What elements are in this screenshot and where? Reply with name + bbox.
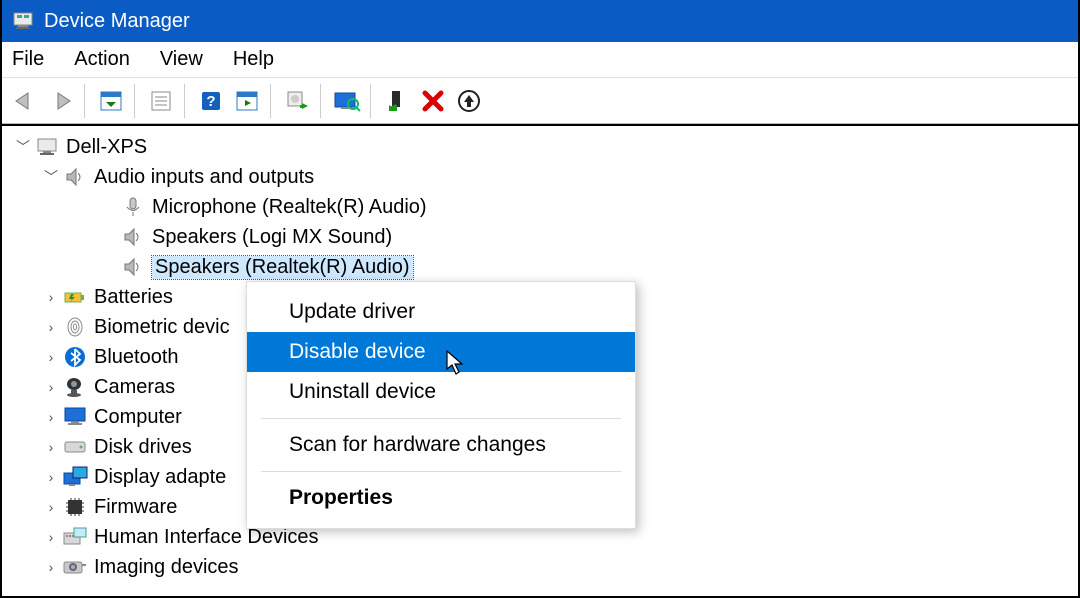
tree-root[interactable]: ﹀ Dell-XPS: [10, 132, 1070, 162]
imaging-icon: [62, 554, 88, 580]
titlebar: Device Manager: [2, 0, 1078, 42]
tree-category-label: Audio inputs and outputs: [94, 166, 314, 189]
context-menu-separator: [261, 471, 621, 472]
computer-root-icon: [34, 134, 60, 160]
speaker-icon: [62, 164, 88, 190]
tree-category-label: Biometric devic: [94, 316, 230, 339]
fingerprint-icon: [62, 314, 88, 340]
tree-root-label: Dell-XPS: [66, 136, 147, 159]
menu-help[interactable]: Help: [233, 48, 274, 71]
ctx-properties[interactable]: Properties: [247, 478, 635, 518]
chevron-down-icon[interactable]: ﹀: [42, 167, 60, 187]
ctx-uninstall-device[interactable]: Uninstall device: [247, 372, 635, 412]
hid-icon: [62, 524, 88, 550]
uninstall-device-button[interactable]: [452, 84, 486, 118]
context-menu: Update driver Disable device Uninstall d…: [246, 281, 636, 529]
chevron-right-icon[interactable]: ›: [42, 559, 60, 575]
chevron-right-icon[interactable]: ›: [42, 409, 60, 425]
toolbar-separator: [184, 84, 188, 118]
svg-text:?: ?: [206, 93, 215, 110]
chevron-right-icon[interactable]: ›: [42, 439, 60, 455]
tree-device-label: Speakers (Realtek(R) Audio): [152, 256, 413, 279]
bluetooth-icon: [62, 344, 88, 370]
show-tree-button[interactable]: [94, 84, 128, 118]
toolbar-separator: [134, 84, 138, 118]
toolbar-separator: [320, 84, 324, 118]
properties-button[interactable]: [144, 84, 178, 118]
menu-view[interactable]: View: [160, 48, 203, 71]
update-driver-button[interactable]: [280, 84, 314, 118]
chevron-right-icon[interactable]: ›: [42, 319, 60, 335]
tree-category-label: Bluetooth: [94, 346, 179, 369]
toolbar-separator: [370, 84, 374, 118]
disable-device-button[interactable]: [416, 84, 450, 118]
chevron-right-icon[interactable]: ›: [42, 529, 60, 545]
tree-category-label: Disk drives: [94, 436, 192, 459]
forward-button[interactable]: [44, 84, 78, 118]
devmgr-icon: [12, 10, 34, 32]
tree-category-imaging[interactable]: › Imaging devices: [10, 552, 1070, 582]
action-button[interactable]: [230, 84, 264, 118]
chevron-right-icon[interactable]: ›: [42, 349, 60, 365]
monitor-icon: [62, 404, 88, 430]
speaker-icon: [120, 254, 146, 280]
tree-category-label: Firmware: [94, 496, 177, 519]
tree-category-label: Cameras: [94, 376, 175, 399]
tree-device-speakers-realtek[interactable]: Speakers (Realtek(R) Audio): [10, 252, 1070, 282]
ctx-update-driver[interactable]: Update driver: [247, 292, 635, 332]
context-menu-separator: [261, 418, 621, 419]
tree-category-label: Imaging devices: [94, 556, 239, 579]
battery-icon: [62, 284, 88, 310]
toolbar-separator: [270, 84, 274, 118]
disk-icon: [62, 434, 88, 460]
enable-device-button[interactable]: [380, 84, 414, 118]
ctx-scan-hardware[interactable]: Scan for hardware changes: [247, 425, 635, 465]
toolbar-separator: [84, 84, 88, 118]
window-title: Device Manager: [44, 10, 190, 33]
help-button[interactable]: ?: [194, 84, 228, 118]
tree-category-label: Computer: [94, 406, 182, 429]
chevron-right-icon[interactable]: ›: [42, 379, 60, 395]
display-adapter-icon: [62, 464, 88, 490]
chevron-right-icon[interactable]: ›: [42, 499, 60, 515]
tree-category-label: Batteries: [94, 286, 173, 309]
tree-device-label: Speakers (Logi MX Sound): [152, 226, 392, 249]
microphone-icon: [120, 194, 146, 220]
chevron-right-icon[interactable]: ›: [42, 469, 60, 485]
menu-file[interactable]: File: [12, 48, 44, 71]
ctx-disable-device[interactable]: Disable device: [247, 332, 635, 372]
firmware-icon: [62, 494, 88, 520]
tree-device-label: Microphone (Realtek(R) Audio): [152, 196, 427, 219]
menu-action[interactable]: Action: [74, 48, 130, 71]
chevron-right-icon[interactable]: ›: [42, 289, 60, 305]
chevron-down-icon[interactable]: ﹀: [14, 137, 32, 157]
scan-hardware-button[interactable]: [330, 84, 364, 118]
speaker-icon: [120, 224, 146, 250]
tree-category-label: Display adapte: [94, 466, 226, 489]
camera-icon: [62, 374, 88, 400]
back-button[interactable]: [8, 84, 42, 118]
menubar: File Action View Help: [2, 42, 1078, 78]
toolbar: ?: [2, 78, 1078, 124]
tree-category-audio[interactable]: ﹀ Audio inputs and outputs: [10, 162, 1070, 192]
tree-device-speakers-logi[interactable]: Speakers (Logi MX Sound): [10, 222, 1070, 252]
tree-device-mic[interactable]: Microphone (Realtek(R) Audio): [10, 192, 1070, 222]
